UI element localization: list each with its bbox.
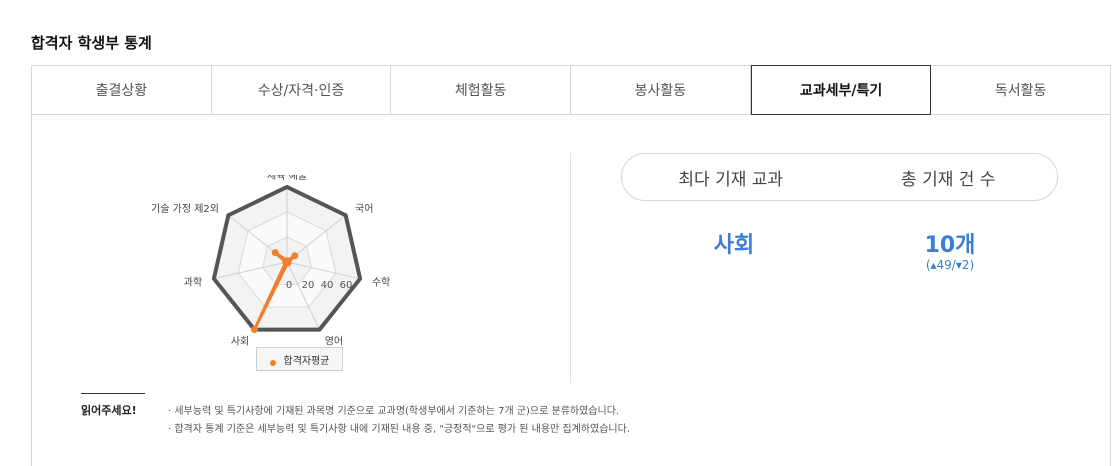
total-count-value: 10개 <box>924 233 976 258</box>
total-count-change: (▴49/▾2) <box>925 258 975 272</box>
tab-attendance[interactable]: 출결상황 <box>32 66 212 114</box>
radar-series-point <box>291 252 299 260</box>
tab-reading[interactable]: 독서활동 <box>931 66 1112 114</box>
total-count-header: 총 기재 건 수 <box>901 169 996 190</box>
section-title: 합격자 학생부 통계 <box>31 34 152 52</box>
panel-divider <box>570 153 571 383</box>
radar-series-point <box>283 257 291 265</box>
chart-legend: 합격자평균 <box>256 347 343 371</box>
radar-category-label: 기술 가정 제2외 <box>151 203 219 215</box>
notice-line-2: · 합격자 통계 기준은 세부능력 및 특기사항 내에 기재된 내용 중, "긍… <box>168 424 631 435</box>
tab-volunteer[interactable]: 봉사활동 <box>571 66 751 114</box>
tab-awards[interactable]: 수상/자격·인증 <box>211 66 392 114</box>
notice-line-1: · 세부능력 및 특기사항에 기재된 과목명 기준으로 교과명(학생부에서 기준… <box>168 406 620 417</box>
radar-category-label: 과학 <box>184 276 202 288</box>
tab-bar: 출결상황 수상/자격·인증 체험활동 봉사활동 교과세부/특기 독서활동 <box>31 65 1112 115</box>
tab-subject-details[interactable]: 교과세부/특기 <box>750 65 932 115</box>
most-subject-value: 사회 <box>713 233 755 258</box>
radar-series-point <box>271 249 279 257</box>
radar-category-label: 영어 <box>325 335 343 347</box>
tab-activities[interactable]: 체험활동 <box>391 66 572 114</box>
radar-svg: 0 20 40 60 국어수학영어 사회 과학 기술 가정 제2외 체육 예술 <box>151 170 390 347</box>
legend-marker <box>269 360 276 366</box>
radar-tick-label: 60 <box>340 280 353 291</box>
radar-chart: 0 20 40 60 국어수학영어 사회 과학 기술 가정 제2외 체육 예술 <box>150 170 430 375</box>
notice-label: 읽어주세요! <box>81 393 145 418</box>
radar-tick-label: 0 <box>286 280 292 291</box>
radar-category-label: 수학 <box>372 276 390 288</box>
radar-tick-label: 20 <box>302 280 315 291</box>
radar-series-point <box>250 326 258 334</box>
radar-category-label: 사회 <box>231 335 249 347</box>
most-subject-header: 최다 기재 교과 <box>678 169 784 190</box>
radar-tick-label: 40 <box>321 280 334 291</box>
legend-label: 합격자평균 <box>283 355 330 367</box>
radar-category-label: 국어 <box>355 203 373 215</box>
radar-category-label: 체육 예술 <box>267 175 307 182</box>
stat-header-pill: 최다 기재 교과 총 기재 건 수 <box>621 153 1058 201</box>
